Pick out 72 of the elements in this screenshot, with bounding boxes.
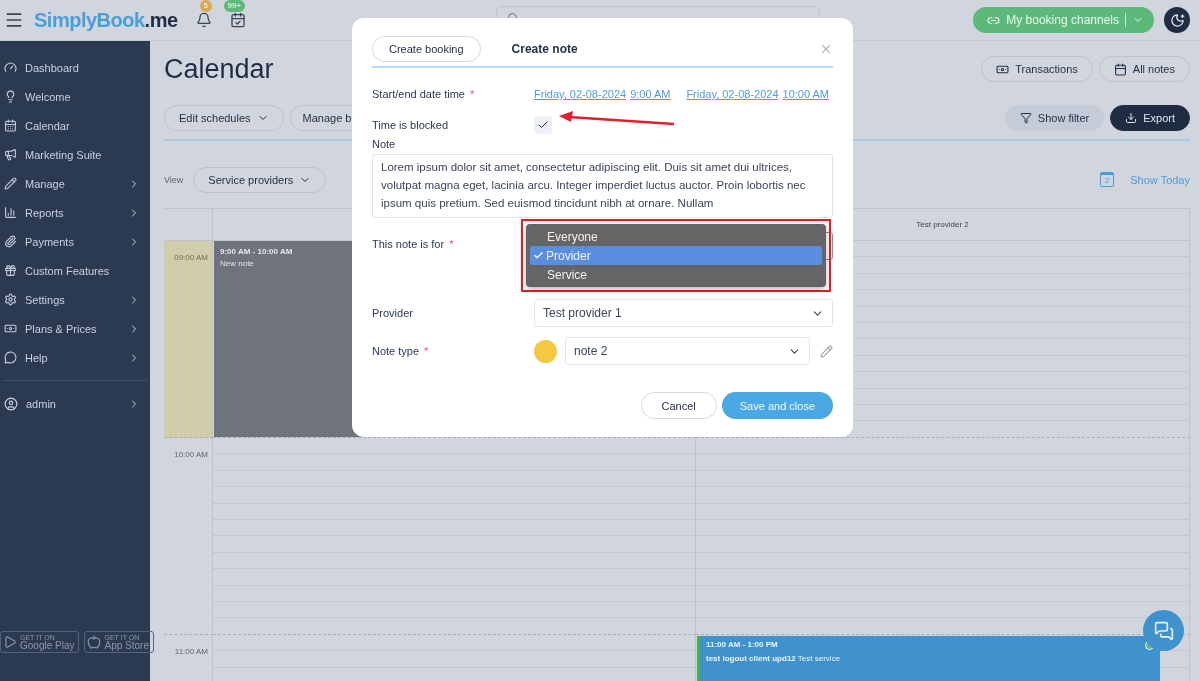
time-label: 11:00 AM (164, 635, 213, 681)
chat-button[interactable] (1143, 610, 1184, 651)
bell-icon[interactable] (195, 12, 212, 28)
sidebar-icon (4, 351, 17, 364)
check-icon (533, 250, 544, 261)
close-button[interactable] (819, 42, 833, 56)
calendar-icon (1113, 62, 1127, 76)
account-item[interactable]: admin (0, 389, 150, 418)
sidebar-item[interactable]: Help (0, 343, 150, 372)
download-icon (1125, 112, 1138, 124)
provider-select[interactable]: Test provider 1 (534, 299, 833, 327)
field-label: This note is for (372, 238, 445, 250)
event-title: test logout client upd12 Test service (706, 654, 841, 663)
chat-icon (1153, 620, 1174, 641)
sidebar-icon (4, 264, 17, 277)
calendar-check-icon[interactable] (229, 12, 246, 28)
sidebar-icon (4, 119, 17, 132)
sidebar-item[interactable]: Reports (0, 198, 150, 227)
show-filter-button[interactable]: Show filter (1004, 105, 1105, 131)
event-time: 9:00 AM - 10:00 AM (220, 247, 293, 256)
day-number: 2 (1105, 176, 1110, 185)
sidebar-item[interactable]: Plans & Prices (0, 314, 150, 343)
sidebar-item[interactable]: Calendar (0, 111, 150, 140)
time-label: 09:00 AM (164, 241, 213, 438)
field-label: Note (372, 138, 397, 150)
sidebar-item[interactable]: Dashboard (0, 53, 150, 82)
dark-mode-button[interactable] (1164, 7, 1190, 33)
sidebar-icon (4, 90, 17, 103)
time-label: 10:00 AM (164, 438, 213, 635)
export-button[interactable]: Export (1110, 105, 1190, 131)
required-mark: * (449, 238, 454, 250)
event-time: 11:00 AM - 1:00 PM (706, 640, 778, 649)
field-label: Start/end date time (372, 88, 465, 100)
check-icon (537, 119, 549, 131)
required-mark: * (469, 88, 475, 100)
note-textarea[interactable]: Lorem ipsum dolor sit amet, consectetur adipiscing elit. Duis sit amet dui ultrices, volutpat magna eget, lacinia arcu. Integer imperdiet luctus auctor. Proin lobortis nec ipsum quis pretium. Sed euismod tincidunt nibh at ornare. Nullam (372, 154, 833, 218)
sidebar-item[interactable]: Custom Features (0, 256, 150, 285)
store-icon (87, 635, 102, 649)
sidebar-item[interactable]: Payments (0, 227, 150, 256)
sidebar-icon (4, 206, 17, 219)
event-title: New note (220, 259, 254, 268)
sidebar-icon (4, 148, 17, 161)
sidebar-item[interactable]: Welcome (0, 82, 150, 111)
sidebar-icon (4, 293, 17, 306)
field-label: Note type (372, 345, 420, 357)
sidebar-icon (4, 177, 17, 190)
dropdown-option[interactable]: Service (530, 265, 822, 284)
color-swatch[interactable] (534, 339, 557, 363)
sidebar-item[interactable]: Marketing Suite (0, 140, 150, 169)
logo[interactable]: SimplyBook.me (34, 8, 178, 32)
dialog-tab[interactable]: Create note (494, 36, 595, 62)
sidebar-item[interactable]: Manage (0, 169, 150, 198)
sidebar-icon (4, 61, 17, 74)
filter-icon (1019, 112, 1032, 124)
notification-badge: 5 (199, 0, 212, 12)
blocked-checkbox[interactable] (534, 116, 552, 134)
page-title: Calendar (164, 53, 274, 85)
menu-icon[interactable] (4, 10, 24, 30)
field-label: Time is blocked (372, 119, 449, 131)
store-icon (3, 635, 17, 649)
user-icon (4, 396, 18, 411)
note-type-select[interactable]: note 2 (565, 337, 810, 365)
required-mark: * (424, 345, 429, 357)
sidebar-icon (4, 235, 17, 248)
view-label: View (164, 174, 184, 185)
cancel-button[interactable]: Cancel (640, 392, 717, 419)
pencil-icon (820, 344, 833, 358)
task-badge: 99+ (223, 0, 246, 12)
moon-icon (1169, 12, 1185, 28)
field-label: Provider (372, 307, 414, 319)
sidebar-icon (4, 322, 17, 335)
sidebar-item[interactable]: Settings (0, 285, 150, 314)
